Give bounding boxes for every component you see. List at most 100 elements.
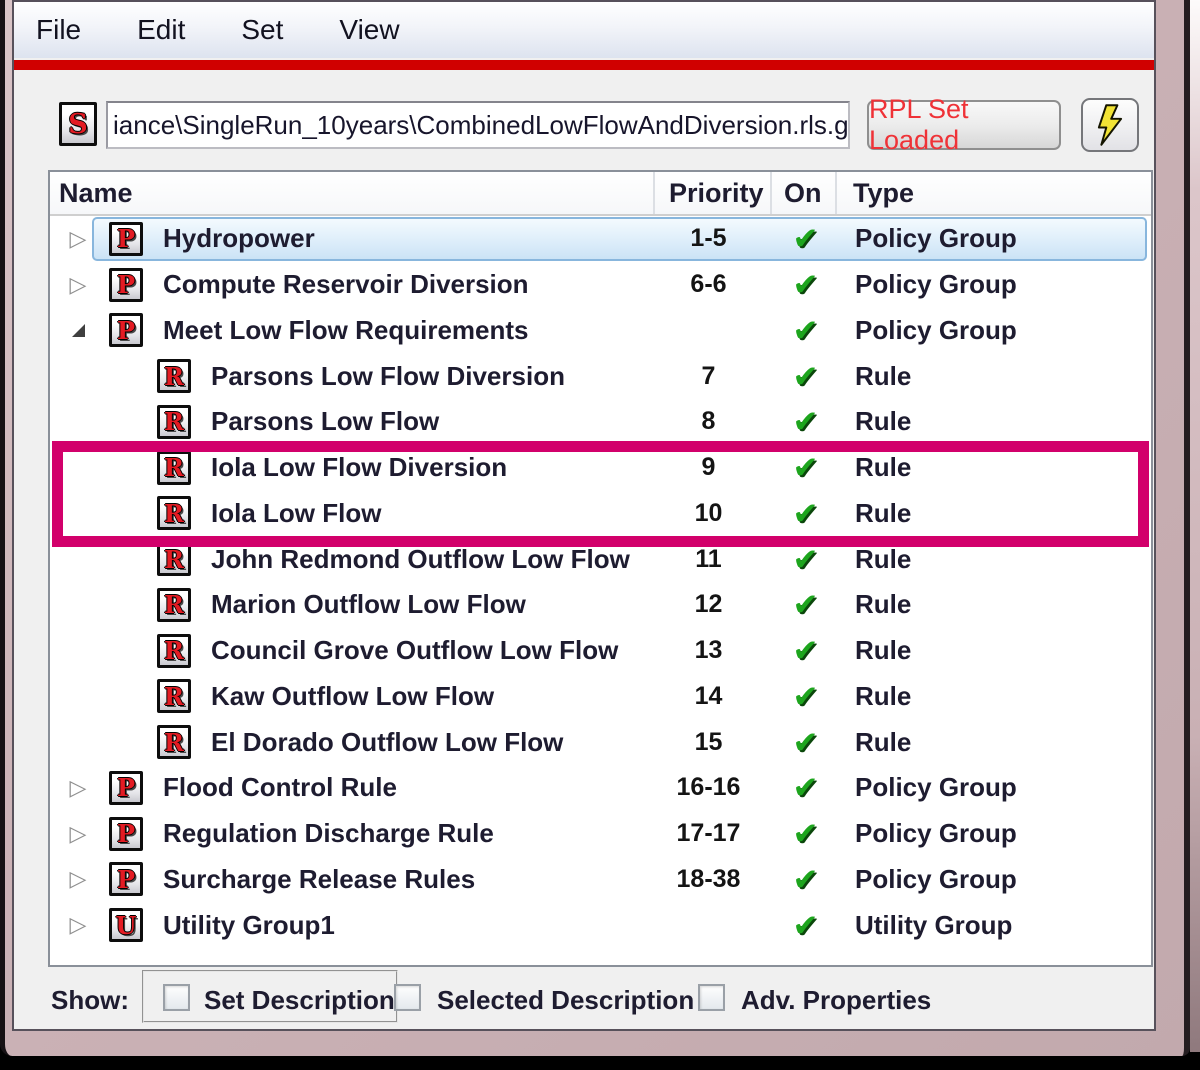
row-type: Policy Group bbox=[839, 765, 1017, 811]
expand-arrow-icon[interactable]: ▷ bbox=[64, 262, 92, 308]
rpl-set-loaded-button[interactable]: RPL Set Loaded bbox=[867, 100, 1061, 150]
row-type: Policy Group bbox=[839, 811, 1017, 857]
row-priority bbox=[645, 902, 772, 948]
policy-group-badge-icon: P bbox=[109, 817, 143, 851]
row-name: Utility Group1 bbox=[163, 902, 335, 948]
on-checkmark-icon[interactable]: ✔ bbox=[774, 353, 837, 399]
on-checkmark-icon[interactable]: ✔ bbox=[774, 902, 837, 948]
expand-arrow-icon[interactable]: ▷ bbox=[64, 765, 92, 811]
tree-row[interactable]: RCouncil Grove Outflow Low Flow13✔Rule bbox=[50, 628, 1151, 674]
on-checkmark-icon[interactable]: ✔ bbox=[774, 628, 837, 674]
set-description-checkbox[interactable] bbox=[163, 984, 190, 1011]
menu-edit[interactable]: Edit bbox=[135, 10, 187, 50]
row-type: Rule bbox=[839, 536, 911, 582]
menu-set[interactable]: Set bbox=[239, 10, 285, 50]
menu-bar: File Edit Set View bbox=[14, 2, 1154, 58]
policy-group-badge-icon: P bbox=[109, 268, 143, 302]
expand-arrow-icon[interactable]: ▷ bbox=[64, 216, 92, 262]
rpl-rule-tree: Name Priority On Type ▷PHydropower1-5✔Po… bbox=[48, 170, 1153, 967]
row-name: Parsons Low Flow Diversion bbox=[211, 353, 565, 399]
rule-badge-icon: R bbox=[157, 725, 191, 759]
tree-header: Name Priority On Type bbox=[50, 172, 1151, 216]
on-checkmark-icon[interactable]: ✔ bbox=[774, 857, 837, 903]
selected-description-checkbox[interactable] bbox=[394, 984, 421, 1011]
rpl-set-icon: S bbox=[59, 102, 97, 146]
selected-description-label: Selected Description bbox=[437, 985, 694, 1016]
row-priority: 12 bbox=[645, 582, 772, 628]
row-name: Marion Outflow Low Flow bbox=[211, 582, 526, 628]
on-checkmark-icon[interactable]: ✔ bbox=[774, 811, 837, 857]
rule-badge-icon: R bbox=[157, 359, 191, 393]
row-name: John Redmond Outflow Low Flow bbox=[211, 536, 630, 582]
policy-group-badge-icon: P bbox=[109, 222, 143, 256]
row-type: Rule bbox=[839, 582, 911, 628]
menu-file[interactable]: File bbox=[34, 10, 83, 50]
row-priority: 15 bbox=[645, 719, 772, 765]
tree-rows: ▷PHydropower1-5✔Policy Group▷PCompute Re… bbox=[50, 216, 1151, 948]
collapse-arrow-icon[interactable] bbox=[64, 308, 92, 354]
row-priority bbox=[645, 308, 772, 354]
tree-row[interactable]: RKaw Outflow Low Flow14✔Rule bbox=[50, 674, 1151, 720]
lightning-icon bbox=[1095, 104, 1125, 146]
row-type: Rule bbox=[839, 353, 911, 399]
on-checkmark-icon[interactable]: ✔ bbox=[774, 216, 837, 262]
on-checkmark-icon[interactable]: ✔ bbox=[774, 765, 837, 811]
row-name: Hydropower bbox=[163, 216, 315, 262]
tree-row[interactable]: PMeet Low Flow Requirements✔Policy Group bbox=[50, 308, 1151, 354]
rule-badge-icon: R bbox=[157, 634, 191, 668]
on-checkmark-icon[interactable]: ✔ bbox=[774, 674, 837, 720]
on-checkmark-icon[interactable]: ✔ bbox=[774, 445, 837, 491]
tree-row[interactable]: ▷PFlood Control Rule16-16✔Policy Group bbox=[50, 765, 1151, 811]
tree-row[interactable]: REl Dorado Outflow Low Flow15✔Rule bbox=[50, 719, 1151, 765]
tree-row[interactable]: ▷PHydropower1-5✔Policy Group bbox=[50, 216, 1151, 262]
adv-properties-checkbox[interactable] bbox=[698, 984, 725, 1011]
menu-view[interactable]: View bbox=[337, 10, 401, 50]
tree-row[interactable]: R John Redmond Outflow Low Flow 11✔Rule bbox=[50, 536, 1151, 582]
tree-row[interactable]: R Parsons Low Flow Diversion 7✔Rule bbox=[50, 353, 1151, 399]
row-name: Iola Low Flow bbox=[211, 491, 381, 537]
row-type: Rule bbox=[839, 628, 911, 674]
red-accent-bar bbox=[14, 60, 1154, 70]
column-header-on[interactable]: On bbox=[774, 172, 837, 214]
on-checkmark-icon[interactable]: ✔ bbox=[774, 262, 837, 308]
set-description-label: Set Description bbox=[204, 985, 395, 1016]
tree-row[interactable]: ▷PCompute Reservoir Diversion6-6✔Policy … bbox=[50, 262, 1151, 308]
column-header-priority[interactable]: Priority bbox=[657, 172, 772, 214]
row-priority: 9 bbox=[645, 445, 772, 491]
row-type: Rule bbox=[839, 491, 911, 537]
expand-arrow-icon[interactable]: ▷ bbox=[64, 811, 92, 857]
set-file-path-field[interactable]: iance\SingleRun_10years\CombinedLowFlowA… bbox=[106, 101, 850, 149]
row-type: Policy Group bbox=[839, 857, 1017, 903]
row-priority: 16-16 bbox=[645, 765, 772, 811]
rpl-set-editor-window: File Edit Set View S iance\SingleRun_10year… bbox=[12, 0, 1156, 1031]
rule-badge-icon: R bbox=[157, 542, 191, 576]
policy-group-badge-icon: P bbox=[109, 313, 143, 347]
row-name: Regulation Discharge Rule bbox=[163, 811, 494, 857]
expand-arrow-icon[interactable]: ▷ bbox=[64, 857, 92, 903]
rule-badge-icon: R bbox=[157, 405, 191, 439]
row-priority: 11 bbox=[645, 536, 772, 582]
tree-row[interactable]: RParsons Low Flow8✔Rule bbox=[50, 399, 1151, 445]
expand-arrow-icon[interactable]: ▷ bbox=[64, 902, 92, 948]
adv-properties-label: Adv. Properties bbox=[741, 985, 931, 1016]
on-checkmark-icon[interactable]: ✔ bbox=[774, 399, 837, 445]
on-checkmark-icon[interactable]: ✔ bbox=[774, 582, 837, 628]
tree-row[interactable]: ▷UUtility Group1✔Utility Group bbox=[50, 902, 1151, 948]
on-checkmark-icon[interactable]: ✔ bbox=[774, 719, 837, 765]
tree-row[interactable]: RIola Low Flow Diversion9✔Rule bbox=[50, 445, 1151, 491]
column-header-name[interactable]: Name bbox=[50, 172, 655, 214]
on-checkmark-icon[interactable]: ✔ bbox=[774, 308, 837, 354]
tree-row[interactable]: RIola Low Flow10✔Rule bbox=[50, 491, 1151, 537]
row-name: Iola Low Flow Diversion bbox=[211, 445, 507, 491]
row-priority: 8 bbox=[645, 399, 772, 445]
tree-row[interactable]: RMarion Outflow Low Flow12✔Rule bbox=[50, 582, 1151, 628]
tree-row[interactable]: ▷PSurcharge Release Rules18-38✔Policy Gr… bbox=[50, 857, 1151, 903]
row-priority: 7 bbox=[645, 353, 772, 399]
row-type: Rule bbox=[839, 445, 911, 491]
row-priority: 18-38 bbox=[645, 857, 772, 903]
on-checkmark-icon[interactable]: ✔ bbox=[774, 491, 837, 537]
column-header-type[interactable]: Type bbox=[839, 172, 1149, 214]
tree-row[interactable]: ▷PRegulation Discharge Rule17-17✔Policy … bbox=[50, 811, 1151, 857]
execute-button[interactable] bbox=[1081, 98, 1139, 152]
on-checkmark-icon[interactable]: ✔ bbox=[774, 536, 837, 582]
